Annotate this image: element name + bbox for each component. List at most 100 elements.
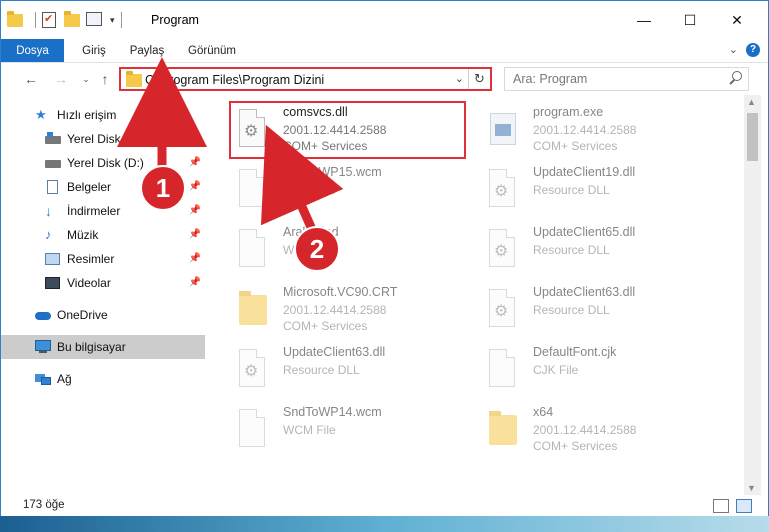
customize-toolbar-chevron-icon[interactable]: ▾: [110, 15, 115, 26]
tab-home[interactable]: Giriş: [72, 39, 116, 62]
file-item[interactable]: ⚙ UpdateClient63.dll Resource DLL: [233, 345, 473, 403]
search-icon[interactable]: [728, 71, 742, 85]
file-item[interactable]: ⚙ UpdateClient19.dll Resource DLL: [483, 165, 723, 223]
window-title: Program: [151, 13, 199, 27]
sidebar-item-label: Bu bilgisayar: [57, 340, 126, 354]
up-button[interactable]: ↑: [95, 69, 115, 89]
scroll-down-arrow-icon[interactable]: ▼: [747, 483, 756, 493]
pin-icon[interactable]: 📌: [189, 253, 201, 264]
scrollbar-thumb[interactable]: [747, 113, 758, 161]
dll-file-icon: ⚙: [487, 169, 517, 209]
file-item[interactable]: ⚙ UpdateClient63.dll Resource DLL: [483, 285, 723, 343]
sidebar-item-label: Müzik: [67, 228, 99, 242]
file-description: COM+ Services: [533, 439, 618, 453]
step-1-badge: 1: [140, 165, 186, 211]
sidebar-item-label: İndirmeler: [67, 204, 121, 218]
dll-file-icon: ⚙: [487, 289, 517, 329]
minimize-button[interactable]: —: [621, 1, 667, 39]
desktop-background: [0, 516, 769, 532]
file-name: DefaultFont.cjk: [533, 345, 617, 359]
music-icon: ♪: [45, 227, 52, 242]
back-button[interactable]: ←: [21, 69, 41, 89]
address-path[interactable]: C:\Program Files\Program Dizini: [145, 73, 324, 87]
ribbon-tabs: Dosya Giriş Paylaş Görünüm ⌄ ?: [1, 39, 768, 63]
sidebar-item-music[interactable]: ♪ Müzik 📌: [1, 223, 205, 247]
title-bar: ▾ Program — ☐ ✕: [1, 1, 768, 39]
highlight-box: [229, 101, 466, 159]
sidebar-item-network[interactable]: Ağ: [1, 367, 205, 391]
new-folder-icon[interactable]: [64, 11, 80, 28]
pin-icon[interactable]: 📌: [189, 205, 201, 216]
pin-icon[interactable]: 📌: [189, 133, 201, 144]
file-name: program.exe: [533, 105, 604, 119]
videos-icon: [45, 276, 61, 290]
maximize-button[interactable]: ☐: [667, 1, 713, 39]
recent-locations-chevron-icon[interactable]: ⌄: [76, 69, 96, 89]
tab-file[interactable]: Dosya: [1, 39, 64, 62]
file-item[interactable]: SndToWP15.wcm WCM File: [233, 165, 473, 223]
file-item[interactable]: DefaultFont.cjk CJK File: [483, 345, 723, 403]
drive-icon: [45, 132, 61, 146]
pin-icon[interactable]: 📌: [189, 181, 201, 192]
ribbon-expand-chevron-icon[interactable]: ⌄: [729, 43, 738, 56]
file-name: UpdateClient63.dll: [533, 285, 636, 299]
forward-button[interactable]: →: [51, 69, 71, 89]
dll-file-icon: ⚙: [487, 229, 517, 269]
file-description: COM+ Services: [283, 319, 368, 333]
refresh-icon[interactable]: ↻: [468, 69, 490, 89]
sidebar-item-label: Belgeler: [67, 180, 112, 194]
pin-icon[interactable]: 📌: [189, 277, 201, 288]
sidebar-item-videos[interactable]: Videolar 📌: [1, 271, 205, 295]
sidebar-item-label: Ağ: [57, 372, 72, 386]
file-version: 2001.12.4414.2588: [533, 423, 637, 437]
file-name: SndToWP15.wcm: [283, 165, 382, 179]
tab-share[interactable]: Paylaş: [121, 39, 173, 62]
close-button[interactable]: ✕: [714, 1, 760, 39]
sidebar-item-onedrive[interactable]: OneDrive: [1, 303, 205, 327]
pin-icon[interactable]: 📌: [189, 229, 201, 240]
details-view-icon[interactable]: [713, 499, 729, 513]
exe-file-icon: [487, 109, 517, 149]
search-box[interactable]: Ara: Program: [504, 67, 749, 91]
dll-file-icon: ⚙: [237, 349, 267, 389]
vertical-scrollbar[interactable]: ▲ ▼: [744, 95, 761, 495]
large-icons-view-icon[interactable]: [736, 499, 752, 513]
folder-icon: [487, 409, 517, 449]
address-dropdown-chevron-icon[interactable]: ⌄: [455, 72, 464, 85]
explorer-window: ▾ Program — ☐ ✕ Dosya Giriş Paylaş Görün…: [0, 0, 769, 516]
file-type: Resource DLL: [533, 243, 610, 257]
file-item[interactable]: ⚙ UpdateClient65.dll Resource DLL: [483, 225, 723, 283]
file-version: 2001.12.4414.2588: [283, 303, 387, 317]
folder-icon: [7, 11, 23, 28]
document-file-icon: [237, 229, 267, 269]
file-description: COM+ Services: [533, 139, 618, 153]
file-item[interactable]: Microsoft.VC90.CRT 2001.12.4414.2588 COM…: [233, 285, 473, 343]
pin-icon[interactable]: 📌: [189, 157, 201, 168]
search-input[interactable]: Ara: Program: [513, 72, 587, 86]
sidebar-item-label: Resimler: [67, 252, 115, 266]
address-bar[interactable]: C:\Program Files\Program Dizini ⌄ ↻: [119, 67, 492, 91]
sidebar-item-this-pc[interactable]: Bu bilgisayar: [1, 335, 205, 359]
tab-view[interactable]: Görünüm: [181, 39, 243, 62]
help-icon[interactable]: ?: [746, 43, 760, 57]
file-item[interactable]: x64 2001.12.4414.2588 COM+ Services: [483, 405, 723, 463]
navigation-bar: ← → ⌄ ↑ C:\Program Files\Program Dizini …: [1, 64, 768, 94]
sidebar-item-label: Hızlı erişim: [57, 108, 117, 122]
sidebar-item-label: Yerel Disk (D:): [67, 156, 144, 170]
quick-access-toolbar: ▾: [7, 9, 128, 31]
network-icon: [35, 372, 51, 386]
scroll-up-arrow-icon[interactable]: ▲: [747, 97, 756, 107]
file-type: CJK File: [533, 363, 579, 377]
file-item[interactable]: SndToWP14.wcm WCM File: [233, 405, 473, 463]
document-file-icon: [487, 349, 517, 389]
properties-icon[interactable]: [86, 12, 102, 28]
properties-check-icon[interactable]: [42, 12, 58, 28]
sidebar-item-quick-access[interactable]: ★ Hızlı erişim: [1, 103, 205, 127]
sidebar-item-drive-c[interactable]: Yerel Disk (C:) 📌: [1, 127, 205, 151]
file-item[interactable]: Arabic.lnd WRD File: [233, 225, 473, 283]
sidebar-item-pictures[interactable]: Resimler 📌: [1, 247, 205, 271]
sidebar-item-label: OneDrive: [57, 308, 108, 322]
file-name: Microsoft.VC90.CRT: [283, 285, 398, 299]
file-type: Resource DLL: [283, 363, 360, 377]
file-item[interactable]: program.exe 2001.12.4414.2588 COM+ Servi…: [483, 105, 723, 163]
